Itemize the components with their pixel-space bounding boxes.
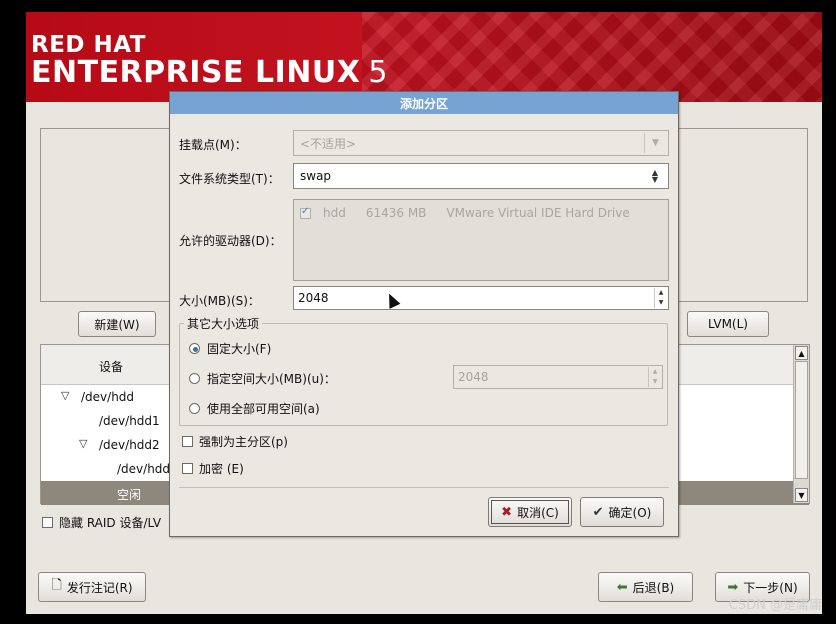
arrow-left-icon: ⬅ (616, 579, 628, 595)
radio-selected-icon[interactable] (189, 343, 200, 354)
fixed-size-label: 固定大小(F) (207, 342, 272, 356)
close-icon: ✖ (501, 504, 513, 520)
spin-arrows-icon[interactable]: ▲ ▼ (654, 288, 667, 308)
device-column-header[interactable]: 设备 (99, 358, 123, 375)
fill-to-value: 2048 (458, 370, 489, 384)
tree-row-label: 空闲 (117, 488, 142, 502)
watermark: CSDN @是庸庸 (728, 598, 822, 613)
allowed-drives-list: hdd 61436 MB VMware Virtual IDE Hard Dri… (293, 199, 669, 281)
dialog-separator (179, 487, 669, 488)
scroll-down-icon[interactable]: ▼ (795, 488, 808, 502)
next-label: 下一步(N) (743, 580, 798, 595)
release-notes-button[interactable]: 🗋 发行注记(R) (38, 572, 146, 602)
fill-to-radio[interactable]: 指定空间大小(MB)(u)： (189, 370, 336, 387)
force-primary-label: 强制为主分区(p) (199, 435, 288, 449)
drive-name: hdd (323, 206, 346, 220)
mount-point-label: 挂载点(M)： (179, 138, 247, 152)
checkbox-icon[interactable] (182, 463, 193, 474)
cancel-label: 取消(C) (517, 505, 559, 520)
release-notes-label: 发行注记(R) (66, 580, 133, 595)
dialog-title: 添加分区 (170, 92, 678, 114)
back-button[interactable]: ⬅ 后退(B) (598, 572, 693, 602)
drive-size: 61436 MB (365, 206, 427, 220)
brand-product: ENTERPRISE LINUX (31, 55, 361, 90)
cancel-button[interactable]: ✖ 取消(C) (488, 497, 572, 527)
drive-row: hdd 61436 MB VMware Virtual IDE Hard Dri… (300, 206, 650, 220)
tree-row-label: /dev/hdd1 (99, 414, 160, 428)
mount-point-value: <不适用> (300, 136, 357, 151)
drives-label: 允许的驱动器(D)： (179, 234, 282, 248)
radio-icon[interactable] (189, 403, 200, 414)
back-label: 后退(B) (632, 580, 675, 595)
add-partition-dialog: 添加分区 挂载点(M)： <不适用> ▼ 文件系统类型(T)： swap ▲ ▼ … (169, 91, 679, 537)
encrypt-checkbox[interactable]: 加密 (E) (182, 460, 244, 477)
expander-icon[interactable]: ▽ (61, 389, 69, 402)
checkbox-icon[interactable] (42, 517, 53, 528)
tree-row-label: /dev/hdd (81, 390, 135, 404)
tree-scrollbar[interactable]: ▲ ▼ (793, 345, 809, 503)
mount-point-combo: <不适用> ▼ (293, 130, 669, 156)
arrow-right-icon: ➡ (727, 579, 739, 595)
fill-all-label: 使用全部可用空间(a) (207, 402, 320, 416)
drive-model: VMware Virtual IDE Hard Drive (446, 206, 630, 220)
document-icon: 🗋 (51, 578, 62, 593)
fs-type-label: 文件系统类型(T)： (179, 172, 280, 186)
brand-version: 5 (368, 55, 388, 90)
ok-button[interactable]: ✔ 确定(O) (580, 497, 664, 527)
banner-pattern (362, 12, 822, 102)
size-value: 2048 (298, 291, 329, 305)
scroll-up-icon[interactable]: ▲ (795, 346, 808, 360)
size-spinbox[interactable]: 2048 ▲ ▼ (293, 286, 669, 310)
other-size-options-group: 其它大小选项 固定大小(F) 指定空间大小(MB)(u)： 2048 ▲ ▼ 使用… (179, 315, 668, 426)
chevron-down-icon: ▼ (644, 133, 666, 153)
checkbox-icon[interactable] (182, 436, 193, 447)
ok-label: 确定(O) (608, 505, 652, 520)
fixed-size-radio[interactable]: 固定大小(F) (189, 340, 271, 357)
fs-type-value: swap (300, 169, 332, 183)
group-legend: 其它大小选项 (184, 315, 263, 332)
updown-icon: ▲ ▼ (651, 168, 659, 184)
checkmark-icon: ✔ (592, 504, 604, 520)
expander-icon[interactable]: ▽ (79, 437, 87, 450)
rhel-banner: RED HAT ENTERPRISE LINUX 5 (26, 12, 822, 102)
scroll-thumb[interactable] (795, 361, 808, 479)
lvm-button[interactable]: LVM(L) (687, 311, 769, 337)
installer-screen: RED HAT ENTERPRISE LINUX 5 新建(W) LVM(L) 设… (26, 12, 822, 614)
fill-to-spinbox: 2048 ▲ ▼ (453, 365, 663, 389)
fill-all-radio[interactable]: 使用全部可用空间(a) (189, 400, 320, 417)
force-primary-checkbox[interactable]: 强制为主分区(p) (182, 433, 288, 450)
brand-line2: ENTERPRISE LINUX 5 (31, 55, 388, 90)
drive-checkbox (300, 206, 311, 219)
radio-icon[interactable] (189, 373, 200, 384)
tree-row-label: /dev/hdd2 (99, 438, 160, 452)
tree-row-label: /dev/hdd (117, 462, 171, 476)
encrypt-label: 加密 (E) (199, 462, 244, 476)
hide-raid-checkbox[interactable]: 隐藏 RAID 设备/LV (42, 514, 161, 531)
spin-arrows-icon: ▲ ▼ (648, 367, 661, 387)
size-label: 大小(MB)(S)： (179, 294, 260, 308)
fill-to-label: 指定空间大小(MB)(u)： (207, 372, 336, 386)
hide-raid-label: 隐藏 RAID 设备/LV (59, 516, 162, 530)
fs-type-select[interactable]: swap ▲ ▼ (293, 163, 669, 189)
new-partition-button[interactable]: 新建(W) (78, 311, 156, 337)
